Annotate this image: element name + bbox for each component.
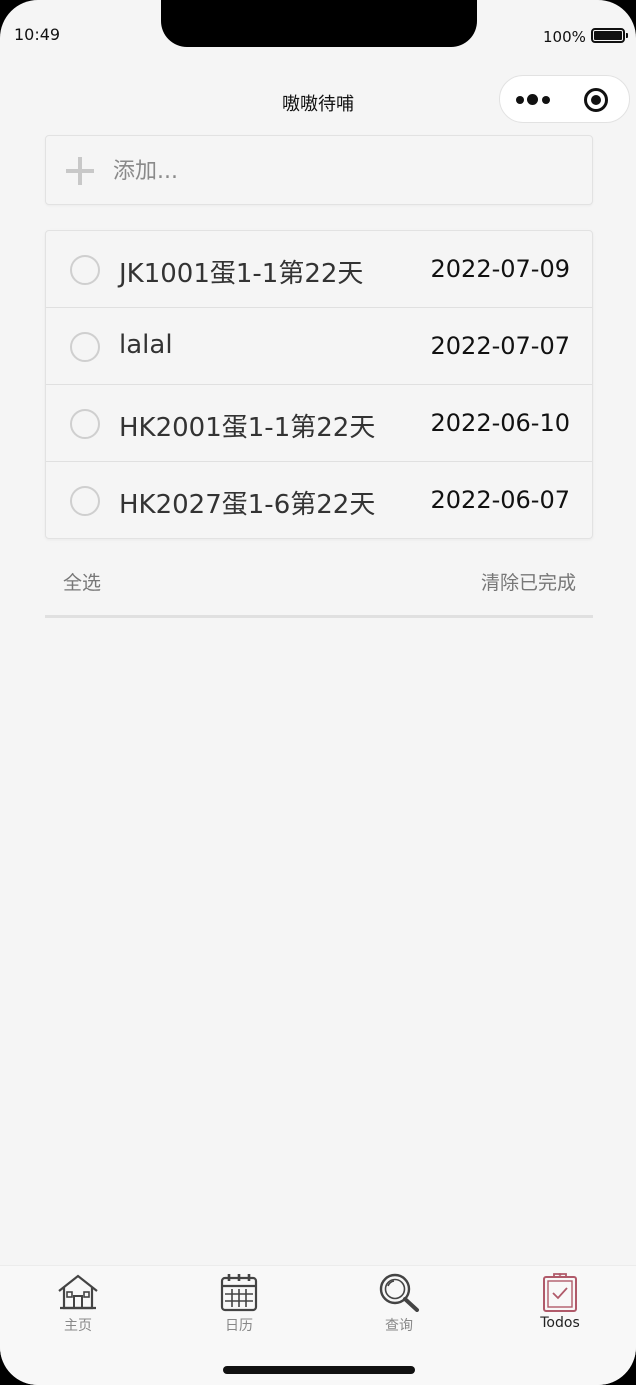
tab-todos[interactable]: Todos bbox=[515, 1272, 605, 1342]
home-icon bbox=[58, 1274, 98, 1310]
todo-text: HK2001蛋1-1第22天 bbox=[119, 413, 376, 443]
add-todo-input[interactable] bbox=[113, 152, 553, 190]
todo-date: 2022-06-07 bbox=[430, 486, 570, 514]
tab-label: 查询 bbox=[385, 1318, 413, 1334]
battery-percentage: 100% bbox=[543, 28, 586, 46]
todo-text: lalal bbox=[119, 330, 173, 360]
tab-label: 日历 bbox=[225, 1318, 253, 1334]
todo-list: JK1001蛋1-1第22天 2022-07-09 lalal 2022-07-… bbox=[45, 230, 593, 539]
clipboard-icon bbox=[543, 1273, 577, 1312]
status-time: 10:49 bbox=[14, 25, 61, 44]
select-all-button[interactable]: 全选 bbox=[63, 568, 101, 595]
todo-checkbox[interactable] bbox=[70, 409, 100, 439]
todo-date: 2022-07-09 bbox=[430, 255, 570, 283]
phone-screen: 10:49 100% 嗷嗷待哺 JK1001蛋1-1第22天 2022-07-0… bbox=[0, 0, 636, 1385]
todo-checkbox[interactable] bbox=[70, 255, 100, 285]
add-todo-box bbox=[45, 135, 593, 205]
tab-home[interactable]: 主页 bbox=[33, 1272, 123, 1342]
todo-date: 2022-07-07 bbox=[430, 332, 570, 360]
todo-footer: 全选 清除已完成 bbox=[45, 558, 593, 618]
battery-icon bbox=[591, 28, 628, 43]
todo-item[interactable]: JK1001蛋1-1第22天 2022-07-09 bbox=[46, 231, 592, 308]
todo-item[interactable]: HK2027蛋1-6第22天 2022-06-07 bbox=[46, 462, 592, 538]
notch bbox=[161, 0, 477, 47]
tab-label: 主页 bbox=[64, 1318, 92, 1334]
home-indicator bbox=[223, 1366, 415, 1374]
plus-icon[interactable] bbox=[66, 157, 94, 185]
mini-program-capsule bbox=[499, 75, 630, 123]
calendar-icon bbox=[220, 1274, 258, 1312]
todo-text: JK1001蛋1-1第22天 bbox=[119, 259, 364, 289]
todo-date: 2022-06-10 bbox=[430, 409, 570, 437]
search-icon bbox=[379, 1273, 419, 1312]
tab-calendar[interactable]: 日历 bbox=[194, 1272, 284, 1342]
todo-checkbox[interactable] bbox=[70, 486, 100, 516]
clear-completed-button[interactable]: 清除已完成 bbox=[481, 568, 576, 595]
todo-text: HK2027蛋1-6第22天 bbox=[119, 490, 376, 520]
tab-label: Todos bbox=[540, 1315, 580, 1331]
more-icon[interactable] bbox=[516, 92, 550, 108]
todo-checkbox[interactable] bbox=[70, 332, 100, 362]
todo-item[interactable]: lalal 2022-07-07 bbox=[46, 308, 592, 385]
tab-search[interactable]: 查询 bbox=[354, 1272, 444, 1342]
todo-item[interactable]: HK2001蛋1-1第22天 2022-06-10 bbox=[46, 385, 592, 462]
close-target-icon[interactable] bbox=[584, 88, 608, 112]
